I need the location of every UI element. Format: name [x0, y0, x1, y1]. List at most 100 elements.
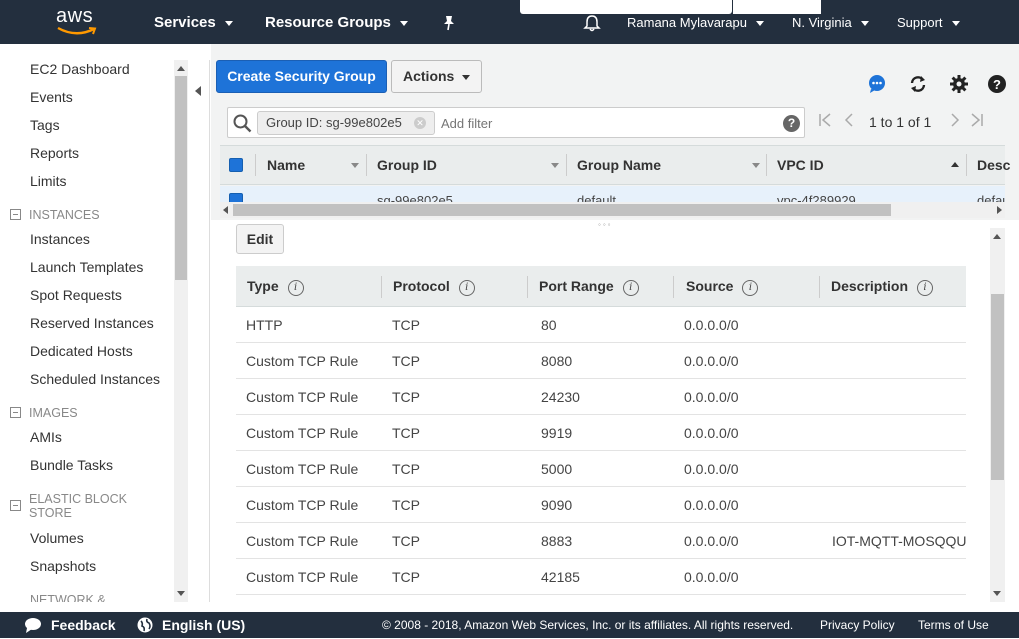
sort-ascending-icon[interactable] — [951, 162, 959, 167]
info-icon[interactable]: i — [622, 280, 639, 296]
column-header-name[interactable]: Name — [267, 146, 305, 184]
sidebar-section-instances[interactable]: INSTANCES — [10, 208, 100, 222]
add-filter-input[interactable] — [441, 114, 761, 132]
sidebar-item-launch-templates[interactable]: Launch Templates — [30, 259, 143, 275]
sidebar-scrollbar[interactable] — [174, 60, 188, 602]
cell-group-id: sg-99e802e5 — [377, 193, 453, 202]
terms-of-use-link[interactable]: Terms of Use — [918, 612, 989, 638]
help-icon[interactable]: ? — [987, 74, 1007, 94]
resource-groups-label: Resource Groups — [265, 14, 391, 31]
first-page-icon[interactable] — [818, 112, 832, 131]
actions-button[interactable]: Actions — [391, 60, 482, 93]
aws-smile-icon — [57, 26, 97, 35]
inbound-rules-header: Type i Protocol i Port Range i Source i Desc… — [236, 266, 966, 307]
resource-groups-menu[interactable]: Resource Groups — [265, 0, 408, 44]
table-row[interactable]: sg-99e802e5 default vpc-4f289929 defau — [220, 186, 1005, 202]
filter-token[interactable]: Group ID: sg-99e802e5 ✕ — [257, 111, 435, 135]
cell-type: Custom TCP Rule — [246, 389, 359, 405]
bell-icon[interactable] — [583, 0, 601, 44]
horizontal-scrollbar[interactable] — [220, 202, 1005, 218]
scroll-down-icon[interactable] — [993, 591, 1001, 596]
user-name: Ramana Mylavarapu — [627, 15, 747, 30]
sidebar-item-volumes[interactable]: Volumes — [30, 530, 84, 546]
feedback-link[interactable]: Feedback — [24, 612, 116, 638]
select-all-checkbox[interactable] — [229, 158, 243, 172]
table-row: Custom TCP Rule TCP 42185 0.0.0.0/0 — [236, 559, 966, 595]
column-header-vpc-id[interactable]: VPC ID — [777, 146, 824, 184]
section-label: IMAGES — [29, 406, 78, 420]
column-header-group-name[interactable]: Group Name — [577, 146, 661, 184]
refresh-icon[interactable] — [908, 74, 928, 94]
sidebar-item-events[interactable]: Events — [30, 89, 73, 105]
user-menu[interactable]: Ramana Mylavarapu — [627, 0, 764, 44]
sidebar-item-scheduled-instances[interactable]: Scheduled Instances — [30, 371, 160, 387]
sidebar-item-instances[interactable]: Instances — [30, 231, 90, 247]
filter-bar[interactable]: Group ID: sg-99e802e5 ✕ ? — [227, 107, 805, 138]
services-menu[interactable]: Services — [154, 0, 233, 44]
info-icon[interactable]: i — [742, 280, 759, 296]
support-menu[interactable]: Support — [897, 0, 960, 44]
column-divider — [566, 154, 567, 176]
sidebar-section-network[interactable]: NETWORK & — [10, 593, 106, 602]
filter-token-key: Group ID — [266, 115, 319, 130]
remove-filter-icon[interactable]: ✕ — [414, 117, 426, 129]
column-header-group-id[interactable]: Group ID — [377, 146, 437, 184]
page-count: 1 to 1 of 1 — [869, 114, 932, 130]
gear-icon[interactable] — [949, 74, 969, 94]
scroll-right-icon[interactable] — [997, 206, 1002, 214]
details-scrollbar[interactable] — [990, 228, 1005, 602]
pin-icon[interactable] — [442, 0, 456, 44]
sort-icon[interactable] — [551, 163, 559, 168]
scroll-down-icon[interactable] — [177, 591, 185, 596]
cell-description: IOT-MQTT-MOSQQU — [832, 533, 966, 549]
sidebar-item-reserved-instances[interactable]: Reserved Instances — [30, 315, 154, 331]
sort-icon[interactable] — [752, 163, 760, 168]
sort-icon[interactable] — [351, 163, 359, 168]
sidebar-item-bundle-tasks[interactable]: Bundle Tasks — [30, 457, 113, 473]
section-label: INSTANCES — [29, 208, 100, 222]
sidebar-section-ebs[interactable]: ELASTIC BLOCK STORE — [10, 492, 127, 520]
sidebar-item-limits[interactable]: Limits — [30, 173, 67, 189]
cell-source: 0.0.0.0/0 — [684, 569, 739, 585]
aws-logo[interactable]: aws — [56, 6, 100, 38]
last-page-icon[interactable] — [970, 112, 984, 131]
row-checkbox[interactable] — [229, 193, 243, 202]
sidebar-item-spot-requests[interactable]: Spot Requests — [30, 287, 122, 303]
sidebar-item-amis[interactable]: AMIs — [30, 429, 62, 445]
sidebar-item-dedicated-hosts[interactable]: Dedicated Hosts — [30, 343, 133, 359]
cell-source: 0.0.0.0/0 — [684, 425, 739, 441]
scroll-up-icon[interactable] — [993, 234, 1001, 239]
cell-port-range: 5000 — [541, 461, 573, 477]
info-icon[interactable]: i — [917, 280, 934, 296]
create-security-group-button[interactable]: Create Security Group — [216, 60, 387, 93]
scrollbar-thumb[interactable] — [175, 76, 187, 280]
scroll-left-icon[interactable] — [223, 206, 228, 214]
sidebar-item-ec2-dashboard[interactable]: EC2 Dashboard — [30, 61, 130, 77]
sidebar-section-images[interactable]: IMAGES — [10, 406, 78, 420]
column-divider — [819, 276, 820, 298]
chevron-down-icon — [755, 21, 764, 27]
sidebar-item-reports[interactable]: Reports — [30, 145, 79, 161]
privacy-policy-link[interactable]: Privacy Policy — [820, 612, 895, 638]
sidebar-item-tags[interactable]: Tags — [30, 117, 60, 133]
prev-page-icon[interactable] — [844, 112, 854, 131]
chat-icon[interactable] — [867, 74, 887, 94]
region-menu[interactable]: N. Virginia — [792, 0, 869, 44]
filter-help-icon[interactable]: ? — [783, 115, 800, 132]
edit-button[interactable]: Edit — [236, 224, 284, 254]
scrollbar-thumb[interactable] — [233, 204, 891, 216]
collapse-icon — [10, 500, 21, 511]
sidebar-item-snapshots[interactable]: Snapshots — [30, 558, 96, 574]
collapse-sidebar-toggle[interactable] — [188, 60, 210, 602]
next-page-icon[interactable] — [950, 112, 960, 131]
language-selector[interactable]: English (US) — [137, 612, 245, 638]
cell-type: Custom TCP Rule — [246, 497, 359, 513]
column-header-description[interactable]: Desc — [977, 146, 1010, 184]
actions-label: Actions — [403, 68, 455, 84]
feedback-label: Feedback — [51, 617, 116, 633]
pane-resize-handle[interactable]: ◦◦◦ — [598, 220, 613, 229]
scrollbar-thumb[interactable] — [991, 294, 1004, 480]
scroll-up-icon[interactable] — [177, 66, 185, 71]
info-icon[interactable]: i — [287, 280, 304, 296]
info-icon[interactable]: i — [458, 280, 475, 296]
